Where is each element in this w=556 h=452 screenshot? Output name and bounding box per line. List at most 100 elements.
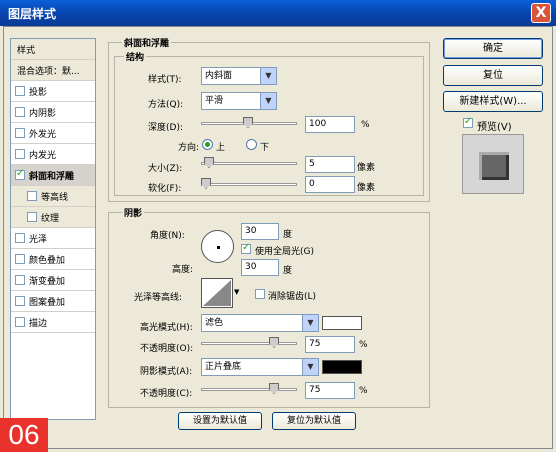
- angle-unit: 度: [283, 230, 293, 240]
- sidebar-item-satin[interactable]: 光泽: [11, 228, 95, 249]
- shadow-mode-value: 正片叠底: [205, 362, 242, 372]
- sidebar-item-drop-shadow[interactable]: 投影: [11, 81, 95, 102]
- depth-input[interactable]: 100: [305, 116, 355, 133]
- sidebar-item-pattern-overlay[interactable]: 图案叠加: [11, 291, 95, 312]
- contour-curve-icon: [203, 280, 231, 306]
- direction-down-label: 下: [260, 143, 270, 153]
- highlight-opacity-input[interactable]: 75: [305, 336, 355, 353]
- gloss-contour-picker[interactable]: [201, 278, 233, 308]
- technique-select-value: 平滑: [205, 96, 224, 106]
- slider-thumb[interactable]: [201, 178, 211, 189]
- sidebar-item-gradient-overlay[interactable]: 渐变叠加: [11, 270, 95, 291]
- direction-up-radio[interactable]: [202, 139, 213, 150]
- size-unit: 像素: [357, 163, 376, 173]
- sidebar-item-inner-glow[interactable]: 内发光: [11, 144, 95, 165]
- slider-thumb[interactable]: [204, 157, 214, 168]
- close-icon[interactable]: X: [531, 3, 551, 23]
- slider-thumb[interactable]: [269, 383, 279, 394]
- highlight-mode-select[interactable]: 滤色 ▼: [201, 314, 319, 332]
- outer-glow-checkbox[interactable]: [15, 128, 25, 138]
- gloss-contour-label: 光泽等高线:: [134, 293, 183, 303]
- color-overlay-checkbox[interactable]: [15, 254, 25, 264]
- style-select[interactable]: 内斜面 ▼: [201, 67, 277, 85]
- step-badge: 06: [0, 418, 48, 452]
- styles-list: 样式 混合选项：默... 投影 内阴影 外发光 内发光 斜面和浮雕 等高线 纹理…: [10, 38, 96, 420]
- sidebar-item-stroke[interactable]: 描边: [11, 312, 95, 333]
- slider-thumb[interactable]: [269, 337, 279, 348]
- reset-to-default-button[interactable]: 复位为默认值: [272, 412, 356, 430]
- blending-options-label: 混合选项：默...: [17, 66, 80, 77]
- angle-dial[interactable]: [201, 230, 234, 263]
- sidebar-item-label: 内发光: [29, 150, 57, 161]
- ok-button[interactable]: 确定: [443, 38, 543, 59]
- global-light-checkbox[interactable]: [241, 242, 251, 254]
- altitude-input[interactable]: 30: [241, 259, 279, 276]
- shadow-mode-label: 阴影模式(A):: [140, 367, 193, 377]
- direction-down-radio[interactable]: [246, 139, 257, 150]
- sidebar-item-bevel-emboss[interactable]: 斜面和浮雕: [11, 165, 95, 186]
- texture-checkbox[interactable]: [27, 212, 37, 222]
- window-title: 图层样式: [8, 7, 57, 21]
- direction-up-label: 上: [216, 143, 226, 153]
- preview-checkbox[interactable]: [463, 116, 473, 128]
- antialias-checkbox[interactable]: [255, 289, 265, 299]
- shadow-opacity-input[interactable]: 75: [305, 382, 355, 399]
- drop-shadow-checkbox[interactable]: [15, 86, 25, 96]
- sidebar-item-label: 渐变叠加: [29, 276, 66, 287]
- sidebar-item-outer-glow[interactable]: 外发光: [11, 123, 95, 144]
- highlight-mode-label: 高光模式(H):: [140, 323, 193, 333]
- sidebar-item-label: 纹理: [41, 213, 60, 224]
- technique-select[interactable]: 平滑 ▼: [201, 92, 277, 110]
- global-light-label: 使用全局光(G): [255, 247, 314, 257]
- technique-label: 方法(Q):: [148, 100, 184, 110]
- chevron-down-icon[interactable]: ▼: [234, 288, 239, 296]
- soften-input[interactable]: 0: [305, 176, 355, 193]
- blending-options-item[interactable]: 混合选项：默...: [11, 60, 95, 81]
- sidebar-item-inner-shadow[interactable]: 内阴影: [11, 102, 95, 123]
- slider-thumb[interactable]: [243, 117, 253, 128]
- sidebar-item-label: 斜面和浮雕: [29, 171, 75, 182]
- shading-group: [108, 212, 430, 408]
- reset-button[interactable]: 复位: [443, 65, 543, 86]
- stroke-checkbox[interactable]: [15, 317, 25, 327]
- slider-track: [201, 162, 297, 165]
- altitude-label: 高度:: [172, 265, 194, 275]
- soften-slider[interactable]: [201, 178, 297, 190]
- size-input[interactable]: 5: [305, 156, 355, 173]
- satin-checkbox[interactable]: [15, 233, 25, 243]
- inner-glow-checkbox[interactable]: [15, 149, 25, 159]
- sidebar-item-texture[interactable]: 纹理: [11, 207, 95, 228]
- depth-unit: %: [361, 120, 370, 130]
- styles-header[interactable]: 样式: [11, 39, 95, 60]
- chevron-down-icon: ▼: [302, 359, 318, 375]
- depth-slider[interactable]: [201, 117, 297, 129]
- structure-title: 结构: [124, 50, 147, 63]
- sidebar-item-label: 外发光: [29, 129, 57, 140]
- pattern-overlay-checkbox[interactable]: [15, 296, 25, 306]
- style-label: 样式(T):: [148, 75, 182, 85]
- sidebar-item-label: 投影: [29, 87, 48, 98]
- highlight-opacity-slider[interactable]: [201, 337, 297, 349]
- sidebar-item-label: 内阴影: [29, 108, 57, 119]
- inner-shadow-checkbox[interactable]: [15, 107, 25, 117]
- size-slider[interactable]: [201, 157, 297, 169]
- styles-header-label: 样式: [17, 45, 36, 56]
- gradient-overlay-checkbox[interactable]: [15, 275, 25, 285]
- sidebar-item-color-overlay[interactable]: 颜色叠加: [11, 249, 95, 270]
- title-bar: 图层样式 X: [0, 0, 556, 26]
- contour-checkbox[interactable]: [27, 191, 37, 201]
- highlight-color-swatch[interactable]: [322, 316, 362, 330]
- slider-track: [201, 342, 297, 345]
- new-style-button[interactable]: 新建样式(W)...: [443, 91, 543, 112]
- shadow-color-swatch[interactable]: [322, 360, 362, 374]
- slider-track: [201, 183, 297, 186]
- shadow-opacity-slider[interactable]: [201, 383, 297, 395]
- make-default-button[interactable]: 设置为默认值: [178, 412, 262, 430]
- highlight-mode-value: 滤色: [205, 318, 224, 328]
- shadow-mode-select[interactable]: 正片叠底 ▼: [201, 358, 319, 376]
- sidebar-item-label: 描边: [29, 318, 48, 329]
- sidebar-item-contour[interactable]: 等高线: [11, 186, 95, 207]
- bevel-emboss-checkbox[interactable]: [15, 168, 25, 180]
- sidebar-item-label: 光泽: [29, 234, 48, 245]
- angle-input[interactable]: 30: [241, 223, 279, 240]
